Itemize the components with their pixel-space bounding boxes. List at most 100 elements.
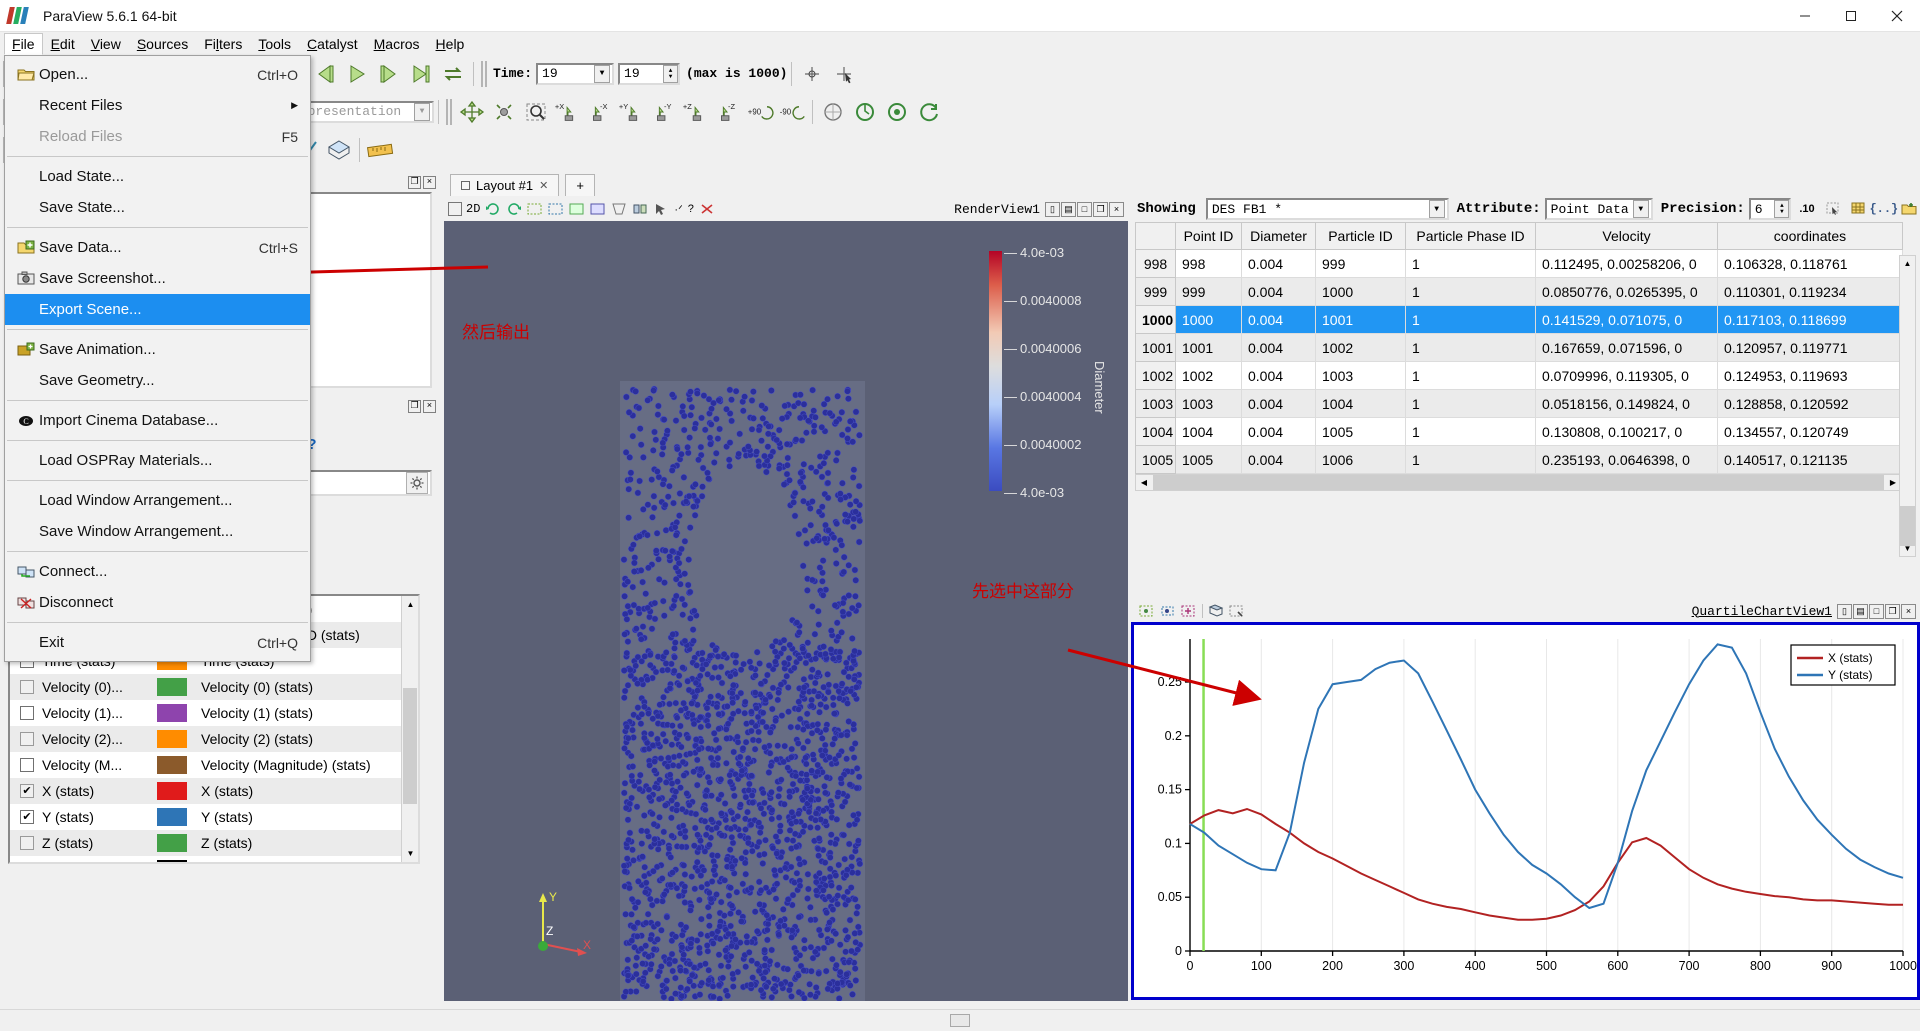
close-icon[interactable]: × (1901, 604, 1916, 619)
series-color-swatch[interactable] (157, 782, 187, 800)
showing-source-combo[interactable]: DES FB1 * ▼ (1206, 198, 1449, 220)
center-axes-visibility-icon[interactable] (818, 97, 848, 127)
zoom-to-box-icon[interactable] (521, 97, 551, 127)
select-points-polygon-icon[interactable] (1160, 604, 1176, 618)
row-index-cell[interactable]: 1003 (1136, 390, 1176, 418)
frustum-select-icon[interactable] (611, 202, 627, 216)
series-checkbox[interactable] (20, 758, 34, 772)
spreadsheet-vscrollbar[interactable]: ▲ ▼ (1899, 255, 1916, 557)
table-cell[interactable]: 1004 (1176, 418, 1242, 446)
spreadsheet-table[interactable]: Point ID Diameter Particle ID Particle P… (1135, 222, 1903, 474)
table-row[interactable]: 1002 1002 0.004 1003 1 0.0709996, 0.119305, 0… (1136, 362, 1903, 390)
column-header-point-id[interactable]: Point ID (1176, 223, 1242, 250)
table-cell[interactable]: 1 (1406, 278, 1536, 306)
file-menu-popup[interactable]: Open... Ctrl+O Recent Files ▶ Reload Files F5… (4, 55, 311, 662)
column-header-particle-phase-id[interactable]: Particle Phase ID (1406, 223, 1536, 250)
temporal-stats-icon[interactable] (324, 135, 354, 165)
table-cell[interactable]: 0.004 (1242, 446, 1316, 474)
neg-x-view-icon[interactable]: -X (585, 97, 615, 127)
table-cell[interactable]: 0.134557, 0.120749 (1718, 418, 1903, 446)
table-cell[interactable]: 0.128858, 0.120592 (1718, 390, 1903, 418)
toggle-column-width-icon[interactable]: .10 (1795, 199, 1818, 219)
table-cell[interactable]: 0.130808, 0.100217, 0 (1536, 418, 1718, 446)
maximize-icon[interactable]: □ (1077, 202, 1092, 217)
series-list-item[interactable]: Velocity (0)... Velocity (0) (stats) (10, 674, 418, 700)
zoom-box-icon[interactable] (1229, 604, 1245, 618)
series-color-swatch[interactable] (157, 678, 187, 696)
table-cell[interactable]: 1 (1406, 306, 1536, 334)
row-index-cell[interactable]: 1004 (1136, 418, 1176, 446)
scroll-down-icon[interactable]: ▼ (1900, 541, 1915, 556)
table-cell[interactable]: 1004 (1316, 390, 1406, 418)
series-list-item[interactable]: Velocity (1)... Velocity (1) (stats) (10, 700, 418, 726)
column-header-coordinates[interactable]: coordinates (1718, 223, 1903, 250)
select-block-icon[interactable] (1208, 604, 1224, 618)
table-cell[interactable]: 0.106328, 0.118761 (1718, 250, 1903, 278)
table-cell[interactable]: 1 (1406, 390, 1536, 418)
table-cell[interactable]: 0.141529, 0.071075, 0 (1536, 306, 1718, 334)
table-cell[interactable]: 1002 (1316, 334, 1406, 362)
next-frame-button[interactable] (374, 59, 404, 89)
loop-button[interactable] (438, 59, 468, 89)
last-frame-button[interactable] (406, 59, 436, 89)
series-list-item[interactable]: Velocity (2)... Velocity (2) (stats) (10, 726, 418, 752)
menu-view[interactable]: View (83, 33, 129, 55)
close-icon[interactable]: ✕ (539, 179, 548, 192)
table-cell[interactable]: 999 (1176, 278, 1242, 306)
row-index-cell[interactable]: 1001 (1136, 334, 1176, 362)
series-list-item[interactable]: vtkOriginal...vtkOriginalPointIds (stats… (10, 856, 418, 864)
select-points-through-icon[interactable] (548, 202, 564, 216)
table-cell[interactable]: 0.235193, 0.0646398, 0 (1536, 446, 1718, 474)
table-cell[interactable]: 1 (1406, 334, 1536, 362)
series-color-swatch[interactable] (157, 808, 187, 826)
add-selection-icon[interactable] (1181, 604, 1197, 618)
select-points-icon[interactable] (1139, 604, 1155, 618)
layout-tab-1[interactable]: Layout #1 ✕ (450, 174, 559, 196)
menu-macros[interactable]: Macros (366, 33, 428, 55)
column-header-velocity[interactable]: Velocity (1536, 223, 1718, 250)
table-cell[interactable]: 0.0850776, 0.0265395, 0 (1536, 278, 1718, 306)
table-cell[interactable]: 1003 (1316, 362, 1406, 390)
select-only-icon[interactable] (1823, 199, 1844, 219)
neg-z-view-icon[interactable]: -Z (713, 97, 743, 127)
frame-spinbox[interactable]: 19 ▲ ▼ (618, 63, 680, 85)
table-cell[interactable]: 1003 (1176, 390, 1242, 418)
previous-frame-button[interactable] (310, 59, 340, 89)
rotate-90-minus-icon[interactable]: -90 (777, 97, 807, 127)
hover-points-icon[interactable]: ·ᐟ (674, 203, 682, 216)
quartile-chart-view[interactable]: 0 0.05 0.1 0.15 0.2 0.25 0 100 200 300 400 500 600 70… (1131, 622, 1920, 1000)
vscrollbar-thumb[interactable] (1900, 506, 1915, 546)
menu-item-save-geometry[interactable]: Save Geometry... (5, 365, 310, 396)
table-row[interactable]: 1005 1005 0.004 1006 1 0.235193, 0.0646398, 0… (1136, 446, 1903, 474)
pos-x-view-icon[interactable]: +X (553, 97, 583, 127)
table-cell[interactable]: 0.004 (1242, 278, 1316, 306)
table-cell[interactable]: 0.140517, 0.121135 (1718, 446, 1903, 474)
play-button[interactable] (342, 59, 372, 89)
series-color-swatch[interactable] (157, 730, 187, 748)
series-checkbox[interactable] (20, 680, 34, 694)
pos-y-view-icon[interactable]: +Y (617, 97, 647, 127)
table-row[interactable]: 998 998 0.004 999 1 0.112495, 0.00258206, 0 0.… (1136, 250, 1903, 278)
spinner-buttons[interactable]: ▲ ▼ (1774, 200, 1789, 218)
show-center-axes-button[interactable] (797, 59, 827, 89)
minimize-button[interactable] (1782, 0, 1828, 32)
scroll-left-icon[interactable]: ◀ (1136, 475, 1152, 490)
table-cell[interactable]: 1005 (1316, 418, 1406, 446)
table-row[interactable]: 999 999 0.004 1000 1 0.0850776, 0.0265395, 00… (1136, 278, 1903, 306)
menu-item-save-state[interactable]: Save State... (5, 192, 310, 223)
series-color-swatch[interactable] (157, 756, 187, 774)
zoom-to-data-icon[interactable] (489, 97, 519, 127)
table-cell[interactable]: 1 (1406, 446, 1536, 474)
clear-selection-icon[interactable] (699, 202, 715, 216)
row-index-cell[interactable]: 1005 (1136, 446, 1176, 474)
table-cell[interactable]: 1000 (1176, 306, 1242, 334)
scrollbar-thumb[interactable] (403, 688, 417, 804)
menu-item-save-screenshot[interactable]: Save Screenshot... (5, 263, 310, 294)
undock-icon[interactable]: ❐ (408, 400, 421, 413)
table-cell[interactable]: 1006 (1316, 446, 1406, 474)
table-cell[interactable]: 0.004 (1242, 306, 1316, 334)
reset-camera-icon[interactable] (457, 97, 487, 127)
table-cell[interactable]: 0.110301, 0.119234 (1718, 278, 1903, 306)
series-list-item[interactable]: ✔ X (stats) X (stats) (10, 778, 418, 804)
row-index-cell[interactable]: 1002 (1136, 362, 1176, 390)
